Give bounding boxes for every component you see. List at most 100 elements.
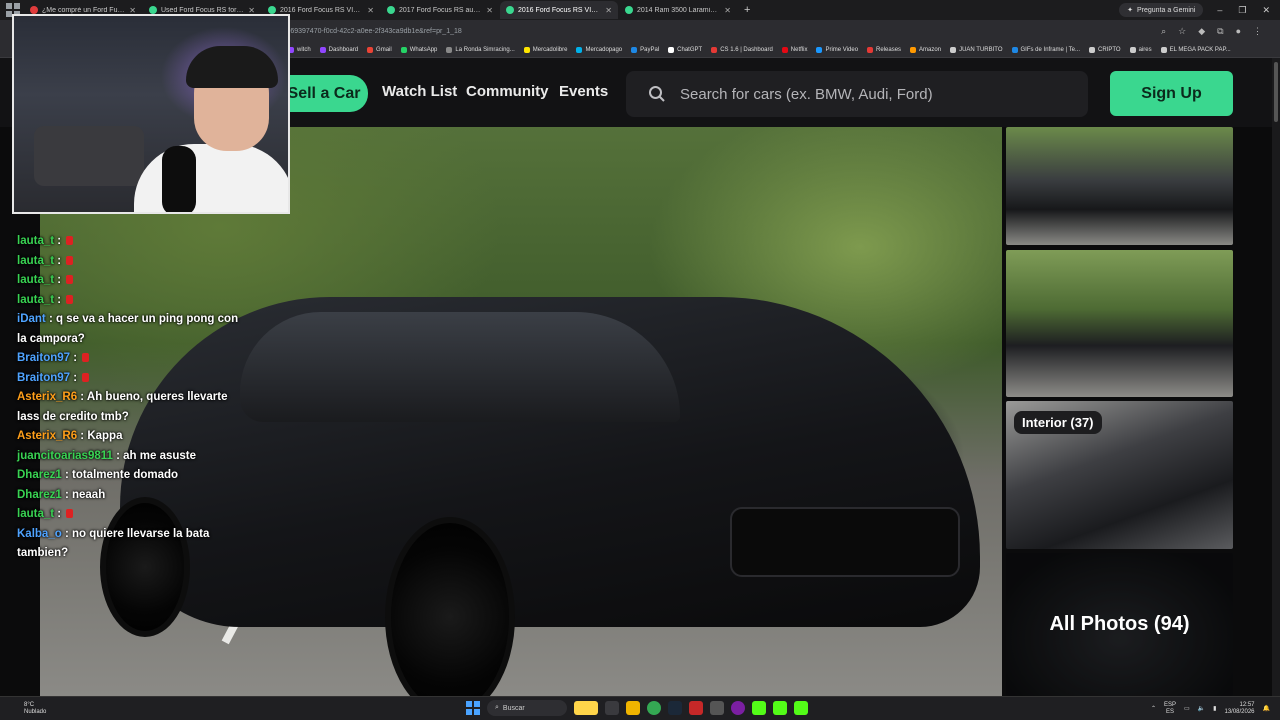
bookmark-item[interactable]: CS 1.6 | Dashboard bbox=[711, 46, 773, 53]
browser-tab[interactable]: 2017 Ford Focus RS auction - C... ✕ bbox=[381, 1, 499, 19]
clock-time: 12:57 bbox=[1239, 701, 1255, 708]
file-explorer-icon[interactable] bbox=[626, 701, 640, 715]
chat-separator: : bbox=[77, 430, 88, 442]
new-tab-button[interactable]: + bbox=[738, 4, 756, 16]
zoom-icon[interactable]: ⌕ bbox=[1161, 26, 1166, 37]
menu-dots-icon[interactable]: ⋮ bbox=[1253, 26, 1262, 37]
taskbar-search[interactable]: ⌕ Buscar bbox=[487, 700, 567, 716]
bookmark-item[interactable]: aires bbox=[1129, 46, 1152, 53]
volume-icon[interactable]: 🔈 bbox=[1198, 705, 1205, 712]
bookmark-item[interactable]: Releases bbox=[867, 46, 901, 53]
bookmark-item[interactable]: CRIPTO bbox=[1089, 46, 1121, 53]
gemini-button[interactable]: ✦ Pregunta a Gemini bbox=[1119, 3, 1204, 17]
start-button[interactable] bbox=[466, 701, 480, 715]
bookmark-item[interactable]: Prime Video bbox=[816, 46, 858, 53]
bookmark-item[interactable]: Dashboard bbox=[319, 46, 358, 53]
language-indicator[interactable]: ESP ES bbox=[1164, 702, 1176, 716]
weather-widget[interactable]: 8°C Nublado bbox=[0, 702, 46, 716]
search-icon bbox=[649, 86, 665, 102]
kick-icon-2[interactable] bbox=[773, 701, 787, 715]
bookmark-label: EL MEGA PACK PAP... bbox=[1169, 46, 1231, 53]
notification-icon[interactable]: 🔔 bbox=[1263, 705, 1270, 712]
bookmark-item[interactable]: Amazon bbox=[910, 46, 941, 53]
nav-events[interactable]: Events bbox=[559, 83, 608, 100]
widget-icon[interactable] bbox=[574, 701, 598, 715]
tab-close-icon[interactable]: ✕ bbox=[724, 6, 731, 15]
tab-close-icon[interactable]: ✕ bbox=[367, 6, 374, 15]
bookmark-star-icon[interactable]: ☆ bbox=[1178, 26, 1186, 37]
profile-avatar[interactable]: ● bbox=[1236, 26, 1241, 37]
search-input[interactable] bbox=[680, 85, 1060, 103]
tab-favicon-icon bbox=[30, 6, 38, 14]
steam-icon[interactable] bbox=[668, 701, 682, 715]
chat-separator: : bbox=[77, 391, 87, 403]
search-box[interactable] bbox=[626, 71, 1088, 117]
tab-close-icon[interactable]: ✕ bbox=[486, 6, 493, 15]
photo-thumb-front[interactable] bbox=[1006, 127, 1233, 245]
chat-message: lauta_t : bbox=[17, 505, 239, 525]
bookmark-favicon-icon bbox=[781, 46, 788, 53]
bookmark-item[interactable]: Netflix bbox=[781, 46, 807, 53]
kick-icon-3[interactable] bbox=[794, 701, 808, 715]
maximize-icon[interactable]: ❐ bbox=[1238, 5, 1246, 16]
bookmark-item[interactable]: WhatsApp bbox=[400, 46, 437, 53]
bookmark-item[interactable]: PayPal bbox=[631, 46, 659, 53]
browser-tab[interactable]: 2016 Ford Focus RS VIN: WF0D... ✕ bbox=[500, 1, 618, 19]
bookmark-item[interactable]: GIFs de Inframe | Te... bbox=[1011, 46, 1080, 53]
chat-username: lauta_t bbox=[17, 293, 55, 306]
chat-message: juancitoarias9811 : ah me asuste bbox=[17, 447, 239, 467]
url-text[interactable]: -69397470-f0cd-42c2-a0ee-2f343ca9db1e&re… bbox=[288, 28, 462, 35]
close-icon[interactable]: ✕ bbox=[1262, 5, 1270, 16]
bookmark-label: Gmail bbox=[376, 46, 392, 53]
bookmark-label: ChatGPT bbox=[677, 46, 703, 53]
bookmark-item[interactable]: La Ronda Simracing... bbox=[446, 46, 515, 53]
page-scrollbar[interactable] bbox=[1272, 58, 1280, 696]
chat-username: lauta_t bbox=[17, 235, 55, 247]
kick-icon-1[interactable] bbox=[752, 701, 766, 715]
tool-app-icon[interactable] bbox=[710, 701, 724, 715]
bookmark-item[interactable]: EL MEGA PACK PAP... bbox=[1160, 46, 1231, 53]
nav-community[interactable]: Community bbox=[466, 83, 549, 100]
all-photos-thumb[interactable]: All Photos (94) bbox=[1006, 553, 1233, 696]
minimize-icon[interactable]: – bbox=[1217, 5, 1222, 16]
bookmark-item[interactable]: Mercadolibre bbox=[523, 46, 567, 53]
extensions-puzzle-icon[interactable]: ⧉ bbox=[1217, 26, 1223, 37]
task-view-icon[interactable] bbox=[605, 701, 619, 715]
bookmark-label: Mercadopago bbox=[585, 46, 623, 53]
extension-icon[interactable]: ◆ bbox=[1198, 26, 1205, 37]
sell-a-car-button[interactable]: Sell a Car bbox=[280, 75, 368, 112]
photo-thumb-interior[interactable]: Interior (37) bbox=[1006, 401, 1233, 549]
chat-emote-icon bbox=[82, 353, 90, 363]
tray-chevron-icon[interactable]: ⌃ bbox=[1151, 705, 1156, 712]
clock[interactable]: 12:57 13/08/2026 bbox=[1224, 702, 1254, 716]
bookmark-label: GIFs de Inframe | Te... bbox=[1020, 46, 1080, 53]
stream-chat-overlay: lauta_t : lauta_t : lauta_t : lauta_t : … bbox=[17, 232, 239, 564]
chat-username: lauta_t bbox=[17, 254, 55, 267]
bookmark-favicon-icon bbox=[816, 46, 823, 53]
bookmark-favicon-icon bbox=[319, 46, 326, 53]
webcam-overlay bbox=[12, 14, 290, 214]
bookmark-label: JUAN TURBITO bbox=[959, 46, 1003, 53]
chat-text: Kappa bbox=[87, 430, 123, 442]
scrollbar-thumb[interactable] bbox=[1274, 62, 1278, 122]
chrome-icon[interactable] bbox=[647, 701, 661, 715]
tab-close-icon[interactable]: ✕ bbox=[605, 6, 612, 15]
sim-app-icon[interactable] bbox=[689, 701, 703, 715]
bookmark-item[interactable]: Gmail bbox=[367, 46, 392, 53]
battery-icon[interactable]: ▮ bbox=[1213, 705, 1216, 712]
sign-up-button[interactable]: Sign Up bbox=[1110, 71, 1233, 116]
chat-emote-icon bbox=[66, 294, 74, 304]
tab-title: ¿Me compré un Ford Fusion Sp... bbox=[42, 6, 125, 14]
photo-thumb-rear[interactable] bbox=[1006, 250, 1233, 397]
bookmark-item[interactable]: ChatGPT bbox=[668, 46, 703, 53]
obs-icon[interactable] bbox=[731, 701, 745, 715]
bookmark-item[interactable]: witch bbox=[288, 46, 311, 53]
bookmark-item[interactable]: JUAN TURBITO bbox=[950, 46, 1003, 53]
chat-separator: : bbox=[70, 352, 81, 364]
bookmark-item[interactable]: Mercadopago bbox=[576, 46, 623, 53]
nav-watch-list[interactable]: Watch List bbox=[382, 83, 457, 100]
chat-username: lauta_t bbox=[17, 274, 55, 286]
browser-tab[interactable]: 2014 Ram 3500 Laramie 4x4 V... ✕ bbox=[619, 1, 737, 19]
network-icon[interactable]: ▭ bbox=[1184, 705, 1190, 712]
bookmark-favicon-icon bbox=[576, 46, 583, 53]
